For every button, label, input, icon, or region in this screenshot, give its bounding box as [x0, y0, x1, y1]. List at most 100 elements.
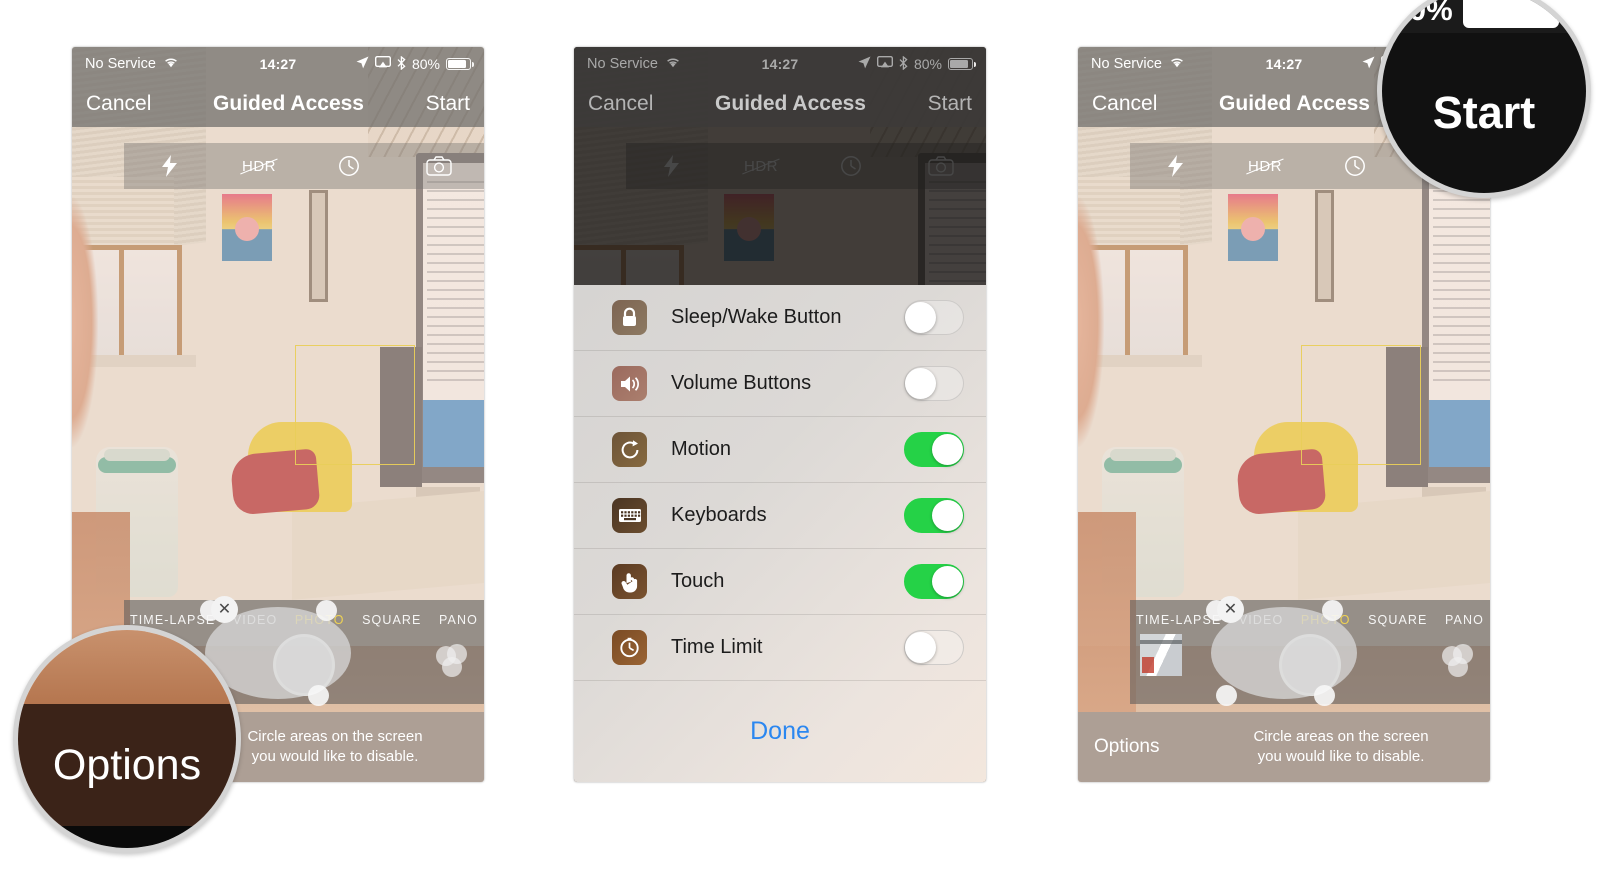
wifi-icon	[665, 56, 681, 72]
selection-handle-right[interactable]	[316, 600, 337, 621]
scene-lower-fur	[1078, 512, 1136, 712]
selection-handle-bottom-right[interactable]	[1314, 685, 1335, 706]
option-row-motion[interactable]: Motion	[574, 417, 986, 483]
option-row-time-limit[interactable]: Time Limit	[574, 615, 986, 681]
gallery-thumbnail-icon[interactable]	[1140, 634, 1182, 676]
option-toggle-sleep-wake-button[interactable]	[904, 300, 964, 335]
rotation-icon	[612, 432, 647, 467]
battery-icon	[446, 58, 475, 70]
selection-handle-bottom-left[interactable]	[1216, 685, 1237, 706]
hdr-label: HDR	[242, 157, 276, 175]
camera-toolbar: HDR	[124, 143, 484, 189]
location-arrow-icon	[1362, 56, 1375, 72]
done-button[interactable]: Done	[750, 717, 810, 746]
hint-line-1: Circle areas on the screen	[1253, 727, 1429, 745]
battery-percent-label: 80%	[411, 56, 440, 72]
lock-icon	[612, 300, 647, 335]
timer-icon[interactable]	[304, 155, 394, 177]
start-button[interactable]: Start	[426, 92, 470, 116]
selection-handle-right[interactable]	[1322, 600, 1343, 621]
guided-access-options-sheet: Sleep/Wake Button Volume Buttons Motion	[574, 285, 986, 782]
camera-focus-rectangle	[1301, 345, 1421, 465]
camera-mode-square[interactable]: SQUARE	[1368, 613, 1427, 627]
cancel-button[interactable]: Cancel	[86, 92, 151, 116]
phone-screen-step-2: HDR No Service 14:27 80%	[574, 47, 986, 782]
airplay-icon	[374, 55, 391, 72]
camera-mode-pano[interactable]: PANO	[439, 613, 478, 627]
option-row-touch[interactable]: Touch	[574, 549, 986, 615]
option-label: Motion	[671, 438, 732, 460]
flash-icon[interactable]	[124, 155, 214, 177]
callout-start-statusbar: 0%	[1382, 0, 1586, 33]
nav-bar: Cancel Guided Access Start	[574, 81, 986, 127]
screenshot-stage: HDR TIME-LAPSE VIDEO PHOTO SQUARE PANO	[0, 0, 1600, 890]
option-label: Sleep/Wake Button	[671, 306, 842, 328]
option-toggle-volume-buttons[interactable]	[904, 366, 964, 401]
carrier-label: No Service	[85, 56, 156, 72]
carrier-label: No Service	[1091, 56, 1162, 72]
wifi-icon	[1169, 56, 1185, 72]
option-label: Keyboards	[671, 504, 767, 526]
cancel-button[interactable]: Cancel	[588, 92, 653, 116]
option-label: Time Limit	[671, 636, 763, 658]
nav-bar: Cancel Guided Access Start	[72, 81, 484, 127]
camera-mode-pano[interactable]: PANO	[1445, 613, 1484, 627]
guided-access-hint: Circle areas on the screen you would lik…	[1206, 727, 1490, 768]
callout-options-body: Options	[18, 704, 236, 826]
selection-handle-bottom-right[interactable]	[308, 685, 329, 706]
speaker-icon	[612, 366, 647, 401]
cancel-button[interactable]: Cancel	[1092, 92, 1157, 116]
carrier-label: No Service	[587, 56, 658, 72]
start-button[interactable]: Start	[928, 92, 972, 116]
bluetooth-icon	[397, 55, 406, 73]
options-button[interactable]: Options	[1078, 736, 1206, 758]
option-label: Touch	[671, 570, 725, 592]
bluetooth-icon	[899, 55, 908, 73]
page-title: Guided Access	[715, 92, 866, 115]
option-row-volume-buttons[interactable]: Volume Buttons	[574, 351, 986, 417]
option-toggle-motion[interactable]	[904, 432, 964, 467]
callout-magnifier-options: Options	[13, 625, 241, 853]
option-row-keyboards[interactable]: Keyboards	[574, 483, 986, 549]
page-title: Guided Access	[213, 92, 364, 115]
location-arrow-icon	[356, 56, 369, 72]
page-title: Guided Access	[1219, 92, 1370, 115]
option-toggle-time-limit[interactable]	[904, 630, 964, 665]
hint-line-1: Circle areas on the screen	[247, 727, 423, 745]
touch-icon	[612, 564, 647, 599]
filters-icon[interactable]	[1442, 644, 1476, 678]
close-icon[interactable]: ✕	[211, 596, 238, 623]
callout-options-backdrop	[18, 630, 236, 704]
callout-magnifier-start: 0% Start	[1377, 0, 1591, 198]
location-arrow-icon	[858, 56, 871, 72]
option-row-sleep-wake-button[interactable]: Sleep/Wake Button	[574, 285, 986, 351]
hdr-label: HDR	[1248, 157, 1282, 175]
airplay-icon	[876, 55, 893, 72]
filters-icon[interactable]	[436, 644, 470, 678]
camera-flip-icon[interactable]	[394, 156, 484, 176]
battery-percent-label: 80%	[913, 56, 942, 72]
done-row: Done	[574, 681, 986, 782]
stopwatch-icon	[612, 630, 647, 665]
option-toggle-touch[interactable]	[904, 564, 964, 599]
guided-access-footer: Options Circle areas on the screen you w…	[1078, 712, 1490, 782]
hint-line-2: you would like to disable.	[1257, 748, 1425, 765]
callout-options-label: Options	[52, 740, 202, 789]
hdr-off-icon[interactable]: HDR	[214, 158, 304, 175]
callout-options-footer	[18, 826, 236, 848]
option-label: Volume Buttons	[671, 372, 812, 394]
battery-icon	[1462, 0, 1565, 28]
hdr-off-icon[interactable]: HDR	[1220, 158, 1310, 175]
close-icon[interactable]: ✕	[1217, 596, 1244, 623]
callout-start-label: Start	[1432, 87, 1536, 138]
callout-start-battery-label: 0%	[1409, 0, 1453, 27]
callout-start-body: Start	[1382, 33, 1586, 193]
camera-mode-square[interactable]: SQUARE	[362, 613, 421, 627]
hint-line-2: you would like to disable.	[251, 748, 419, 765]
option-toggle-keyboards[interactable]	[904, 498, 964, 533]
flash-icon[interactable]	[1130, 155, 1220, 177]
wifi-icon	[163, 56, 179, 72]
guided-access-hint: Circle areas on the screen you would lik…	[200, 727, 484, 768]
battery-icon	[948, 58, 977, 70]
status-bar: No Service 14:27 80%	[72, 47, 484, 81]
